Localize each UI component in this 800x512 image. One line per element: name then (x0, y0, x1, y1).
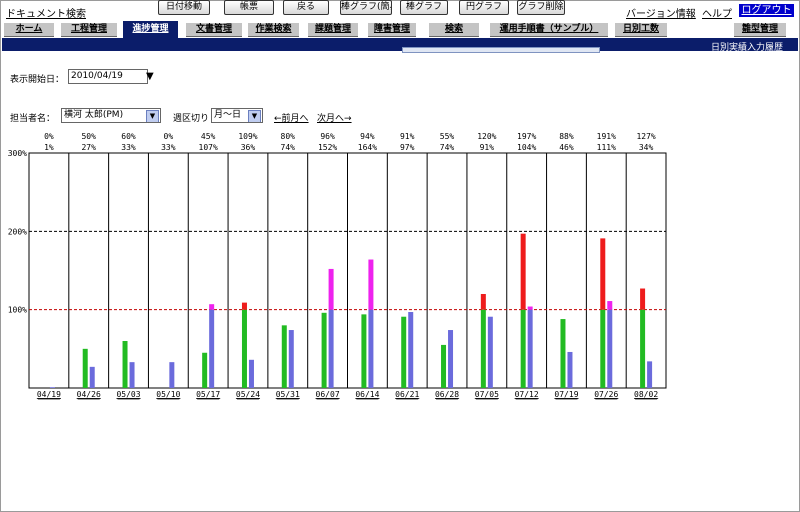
top-label-row2: 91% (480, 143, 495, 152)
top-label-row1: 96% (320, 132, 335, 141)
top-label-row1: 191% (597, 132, 616, 141)
top-label-row1: 50% (81, 132, 96, 141)
bar-series2-base (129, 362, 135, 388)
top-label-row2: 46% (559, 143, 574, 152)
bar-series2-overrun (209, 304, 215, 310)
bar-series1-overrun (600, 238, 606, 310)
bar-series2-base (248, 359, 254, 388)
bar-series2-base (408, 312, 414, 388)
bar-series1-base (82, 348, 88, 388)
top-label-row1: 80% (281, 132, 296, 141)
bar-series2-base (368, 309, 374, 388)
bar-series1-base (281, 325, 287, 388)
x-category-label: 06/14 (355, 390, 379, 399)
x-category-label: 07/26 (594, 390, 618, 399)
top-label-row1: 120% (477, 132, 496, 141)
x-category-label: 08/02 (634, 390, 658, 399)
top-label-row2: 33% (121, 143, 136, 152)
x-category-label: 07/05 (475, 390, 499, 399)
top-label-row2: 97% (400, 143, 415, 152)
top-label-row1: 45% (201, 132, 216, 141)
progress-bar-chart: 300% 200% 100% 0% 1% 04/19 50% 27% 04/26 60% 33% 05… (8, 132, 667, 400)
bar-series1-overrun (520, 233, 526, 310)
bar-series1-base (441, 344, 447, 388)
top-label-row2: 34% (639, 143, 654, 152)
bar-series1-base (202, 352, 208, 388)
x-category-label: 05/17 (196, 390, 220, 399)
bar-series2-base (169, 362, 175, 388)
x-category-label: 05/31 (276, 390, 300, 399)
bar-series1-overrun (241, 302, 247, 310)
bar-series1-base (321, 312, 327, 388)
bar-series1-base (401, 316, 407, 388)
bar-series1-base (520, 309, 526, 388)
bar-series2-base (288, 330, 294, 388)
top-label-row1: 197% (517, 132, 536, 141)
top-label-row2: 33% (161, 143, 176, 152)
bar-series2-overrun (328, 268, 334, 310)
bar-series2-base (89, 366, 95, 388)
bar-series1-base (600, 309, 606, 388)
top-label-row1: 88% (559, 132, 574, 141)
bar-series1-base (560, 319, 566, 388)
bar-series1-overrun (640, 288, 646, 310)
top-label-row1: 0% (164, 132, 174, 141)
x-category-label: 05/10 (156, 390, 180, 399)
x-category-label: 05/24 (236, 390, 260, 399)
top-label-row2: 36% (241, 143, 256, 152)
bar-series1-base (122, 341, 128, 388)
top-label-row1: 0% (44, 132, 54, 141)
bar-series2-base (209, 309, 215, 388)
x-category-label: 04/19 (37, 390, 61, 399)
bar-series2-overrun (607, 301, 613, 310)
top-label-row1: 94% (360, 132, 375, 141)
bar-series2-overrun (527, 306, 533, 310)
bar-series1-base (480, 309, 486, 388)
bar-series2-base (328, 309, 334, 388)
top-label-row2: 164% (358, 143, 377, 152)
bar-series2-base (487, 316, 493, 388)
bar-series1-base (361, 314, 367, 388)
bar-series2-base (567, 351, 573, 388)
top-label-row1: 127% (636, 132, 655, 141)
x-category-label: 07/19 (554, 390, 578, 399)
top-label-row1: 109% (238, 132, 257, 141)
bar-series1-base (241, 309, 247, 388)
y-tick-label: 100% (8, 306, 27, 315)
top-label-row2: 107% (199, 143, 218, 152)
top-label-row2: 27% (81, 143, 96, 152)
top-label-row2: 104% (517, 143, 536, 152)
bar-series2-overrun (368, 259, 374, 310)
bar-series2-base (448, 330, 454, 388)
y-tick-label: 300% (8, 149, 27, 158)
bar-series2-base (527, 309, 533, 388)
top-label-row1: 60% (121, 132, 136, 141)
bar-series2-base (607, 309, 613, 388)
x-category-label: 06/28 (435, 390, 459, 399)
top-label-row2: 74% (281, 143, 296, 152)
x-category-label: 04/26 (77, 390, 101, 399)
bar-series1-overrun (480, 294, 486, 310)
bar-series1-base (640, 309, 646, 388)
top-label-row1: 91% (400, 132, 415, 141)
x-category-label: 07/12 (515, 390, 539, 399)
x-category-label: 05/03 (116, 390, 140, 399)
x-category-label: 06/07 (316, 390, 340, 399)
top-label-row2: 111% (597, 143, 616, 152)
bar-series2-base (647, 361, 653, 388)
top-label-row2: 1% (44, 143, 54, 152)
bar-series2-base (49, 387, 55, 388)
top-label-row1: 55% (440, 132, 455, 141)
top-label-row2: 152% (318, 143, 337, 152)
x-category-label: 06/21 (395, 390, 419, 399)
y-tick-label: 200% (8, 227, 27, 236)
top-label-row2: 74% (440, 143, 455, 152)
